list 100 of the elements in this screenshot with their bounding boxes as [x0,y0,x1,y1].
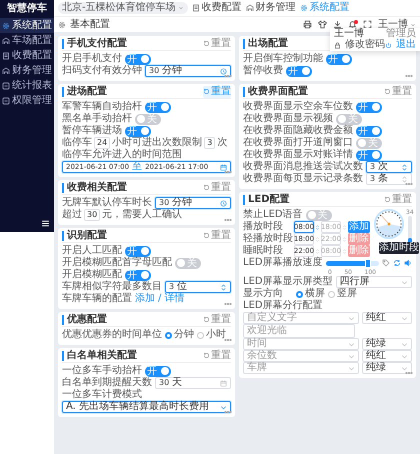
radio-option[interactable]: 分钟 [165,329,194,341]
setting-label: 军警车辆自动抬杆 [62,101,142,112]
reset-button[interactable]: 重置 [203,350,231,362]
text-area[interactable]: 欢迎光临 [243,324,355,338]
card-title: 识别配置 [62,230,107,240]
settings-icon [2,22,10,30]
settings-icon [300,4,308,12]
number-field[interactable]: 3 [204,137,216,149]
card-title: 收费相关配置 [62,182,127,192]
period-action-button[interactable]: 删除 [348,245,370,257]
toggle-switch[interactable]: 开 [125,54,151,64]
input-field[interactable]: 30 分钟 [145,65,231,77]
radio-option[interactable]: 横屏 [296,288,325,300]
select-field[interactable]: 纯红 [362,350,412,362]
document-icon [2,52,10,60]
more-icon [224,216,232,224]
setting-label: 在收费界面显示对账详情 [243,149,353,160]
setting-label: 一位多车手动抬杆 [62,365,142,376]
chevron-icon [410,22,416,28]
toggle-switch[interactable]: 开 [356,150,382,160]
reset-button[interactable]: 重置 [203,314,231,326]
stepper-icon [342,236,347,242]
toggle-switch[interactable]: 开 [286,66,312,76]
period-action-button[interactable]: 删除 [348,233,370,245]
setting-label: 暂停车辆进场 [62,125,122,136]
input-field[interactable]: 3 次 [366,161,412,173]
select-field[interactable]: 四行屏 [336,276,412,288]
select-field[interactable]: 时间 [243,338,359,350]
toggle-switch[interactable]: 开 [125,126,151,136]
reset-button[interactable]: 重置 [203,230,231,242]
nav-link[interactable]: 系统配置 [300,2,350,14]
nav-link[interactable]: 财务管理 [246,2,296,14]
card-title: LED配置 [243,194,290,204]
reset-button[interactable]: 重置 [203,86,231,98]
clock-icon [220,200,227,206]
period-action-button[interactable]: 添加 [348,221,370,233]
stepper-icon [220,284,227,290]
document-icon [192,4,200,12]
reset-button[interactable]: 重置 [384,194,412,206]
number-field[interactable]: 30 [84,209,100,221]
change-password-link[interactable]: 修改密码 [334,40,385,50]
toggle-switch[interactable]: 开 [145,102,171,112]
stepper-icon [342,248,347,254]
speed-slider[interactable] [326,260,379,266]
toggle-switch[interactable]: 开 [125,246,151,256]
toggle-switch[interactable]: 开 [125,270,151,280]
setting-label: 收费界面每页显示记录条数 [243,173,363,185]
radio-option[interactable]: 小时 [197,329,226,341]
square-icon [2,82,10,90]
input-field[interactable]: 3 位 [165,281,231,293]
sidebar-item[interactable]: 统计报表 [0,78,54,93]
sidebar-item[interactable]: 车场配置 [0,33,54,48]
setting-label: 一位多车计费模式 [62,389,142,400]
toggle-switch[interactable]: 开 [356,102,382,112]
period-label: 睡眠时段 [243,245,284,256]
select-field[interactable]: 自定义文字 [243,312,359,324]
link[interactable]: 详情 [164,293,184,305]
more-icon [405,180,413,188]
card-title: 手机支付配置 [62,38,127,48]
sidebar-item[interactable]: 收费配置 [0,48,54,63]
card-title: 收费界面配置 [243,86,308,96]
setting-label: 无牌车默认停车时长 [62,197,152,208]
radio-option[interactable]: 竖屏 [328,288,357,300]
link[interactable]: 添加 [135,293,155,305]
menu-icon[interactable] [41,219,50,228]
reset-icon [203,88,210,95]
select-field[interactable]: 纯绿 [362,338,412,350]
input-field[interactable]: 30 分钟 [155,197,231,209]
select-field[interactable]: 余位数 [243,350,359,362]
input-field[interactable]: 3 条 [366,173,412,185]
select-field[interactable]: 纯红 [362,312,412,324]
reset-icon [203,316,210,323]
select-field[interactable]: A. 先出场车辆结算最高时长费用 [62,401,231,413]
clock-dial-drawing [374,209,404,239]
toggle-switch[interactable]: 开 [326,54,352,64]
toggle-switch[interactable]: 开 [356,126,382,136]
sidebar-item[interactable]: 财务管理 [0,63,54,78]
power-icon [385,42,392,48]
sidebar-item[interactable]: 权限管理 [0,93,54,108]
user-role: 管理员 [386,29,416,39]
nav-link[interactable]: 收费配置 [192,2,242,14]
setting-label: 在收费界面隐藏收费金额 [243,125,353,136]
setting-label: 开启手机支付 [62,53,122,64]
more-icon [224,72,232,80]
parking-lot-selector[interactable]: 北京-五棵松体育馆停车场 [58,2,188,14]
reset-icon [384,88,391,95]
user-name: 王一博 [334,29,364,39]
setting-label: 在收费界面显示视频 [243,113,333,124]
toggle-switch[interactable]: 开 [145,366,171,376]
select-field[interactable]: 车牌 [243,362,359,374]
logout-link[interactable]: 退出 [385,40,416,50]
reset-button[interactable]: 重置 [203,38,231,50]
sidebar-item[interactable]: 系统配置 [0,18,54,33]
number-field[interactable]: 24 [94,137,110,149]
card-title: 白名单相关配置 [62,350,137,360]
select-field[interactable]: 纯绿 [362,362,412,374]
reset-button[interactable]: 重置 [203,182,231,194]
input-field[interactable]: 30 天 [155,377,231,389]
setting-text: 元，需要人工确认 [102,209,182,221]
reset-button[interactable]: 重置 [384,86,412,98]
